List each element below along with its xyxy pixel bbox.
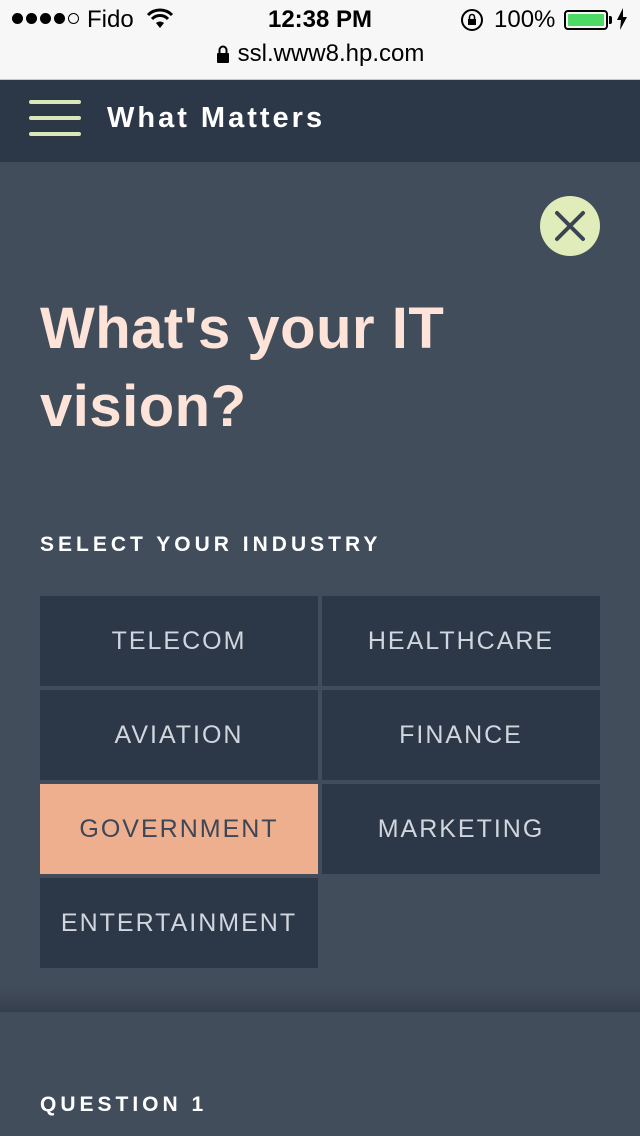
status-bar: Fido 12:38 PM 100% ssl.www8.hp.com <box>0 0 640 80</box>
url-text: ssl.www8.hp.com <box>237 40 425 67</box>
charging-icon <box>617 8 627 30</box>
lock-icon <box>216 45 229 63</box>
app-title: What Matters <box>107 102 326 134</box>
battery-percentage: 100% <box>494 6 556 33</box>
app-header: What Matters <box>0 80 640 162</box>
industry-option-aviation[interactable]: AVIATION <box>40 690 318 780</box>
rotation-lock-icon <box>461 9 483 31</box>
section-divider <box>0 986 640 1012</box>
industry-option-government[interactable]: GOVERNMENT <box>40 784 318 874</box>
question-label: QUESTION 1 <box>40 1093 208 1116</box>
industry-section-label: SELECT YOUR INDUSTRY <box>40 533 382 556</box>
question-section <box>0 1012 640 1136</box>
battery-icon <box>564 10 608 30</box>
close-icon <box>555 211 585 241</box>
page-headline: What's your IT vision? <box>40 296 445 439</box>
industry-option-marketing[interactable]: MARKETING <box>322 784 600 874</box>
menu-icon[interactable] <box>29 100 81 136</box>
industry-option-finance[interactable]: FINANCE <box>322 690 600 780</box>
industry-option-entertainment[interactable]: ENTERTAINMENT <box>40 878 318 968</box>
industry-option-healthcare[interactable]: HEALTHCARE <box>322 596 600 686</box>
url-bar[interactable]: ssl.www8.hp.com <box>0 40 640 68</box>
industry-option-telecom[interactable]: TELECOM <box>40 596 318 686</box>
close-button[interactable] <box>540 196 600 256</box>
